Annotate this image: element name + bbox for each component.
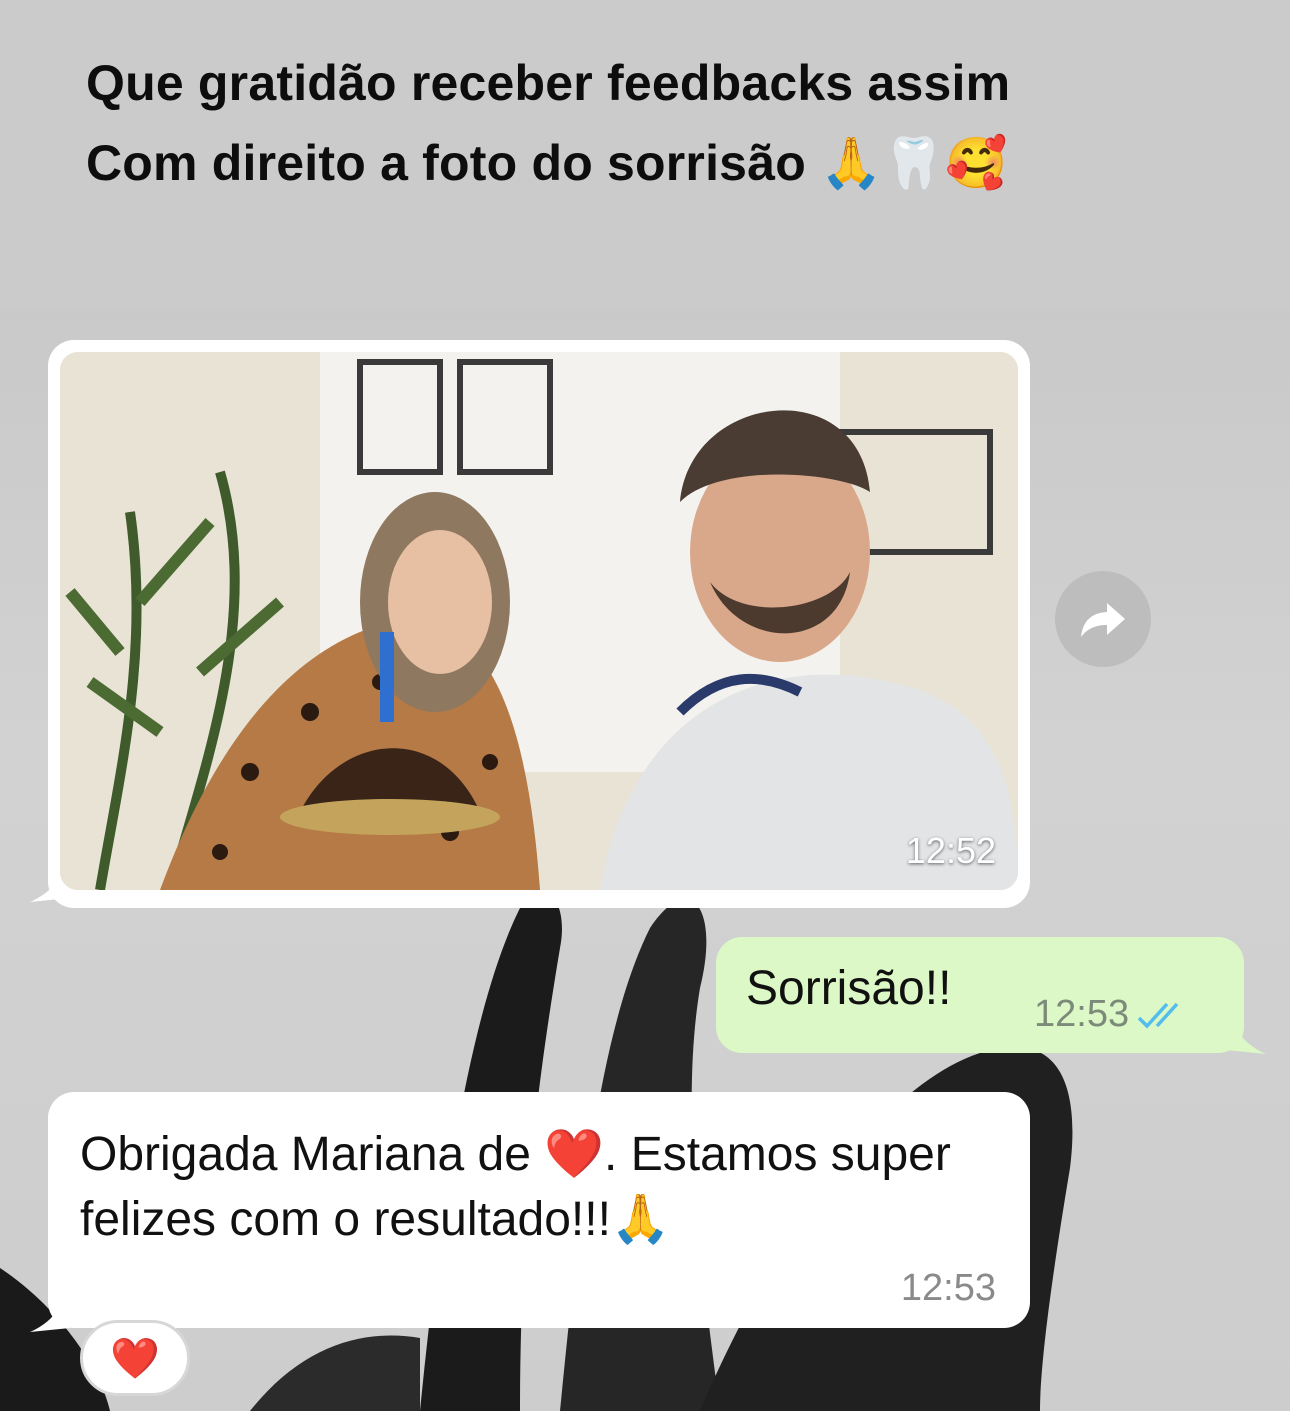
outgoing-message-text: Sorrisão!! bbox=[746, 962, 952, 1015]
outgoing-message-meta: 12:53 bbox=[1034, 993, 1193, 1036]
heart-reaction-icon: ❤️ bbox=[110, 1335, 160, 1382]
double-check-icon bbox=[1137, 1002, 1179, 1029]
couple-photo[interactable]: 12:52 bbox=[60, 352, 1018, 890]
outgoing-timestamp: 12:53 bbox=[1034, 993, 1130, 1035]
pray-emoji: 🙏 bbox=[610, 1191, 671, 1247]
story-caption: Que gratidão receber feedbacks assim Com… bbox=[0, 0, 1290, 308]
image-timestamp: 12:52 bbox=[905, 830, 996, 871]
forward-arrow-icon bbox=[1081, 603, 1125, 637]
caption-emojis: 🙏🦷🥰 bbox=[820, 134, 1008, 192]
story-screenshot: Que gratidão receber feedbacks assim Com… bbox=[0, 0, 1290, 1411]
incoming-message-text: Obrigada Mariana de ❤️. Estamos super fe… bbox=[80, 1122, 990, 1252]
photo-illustration bbox=[60, 352, 1018, 890]
heart-emoji: ❤️ bbox=[544, 1126, 605, 1182]
chat-area[interactable]: 12:52 Sorrisão!! 12:53 Obrigada Mariana … bbox=[0, 308, 1290, 1411]
incoming-text-part-1: Obrigada Mariana de bbox=[80, 1128, 545, 1181]
forward-button[interactable] bbox=[1055, 571, 1151, 667]
caption-line-2-text: Com direito a foto do sorrisão bbox=[86, 135, 806, 191]
caption-line-1: Que gratidão receber feedbacks assim bbox=[86, 55, 1011, 111]
outgoing-message-bubble[interactable]: Sorrisão!! 12:53 bbox=[716, 937, 1244, 1053]
reaction-badge[interactable]: ❤️ bbox=[80, 1320, 190, 1396]
caption-line-2: Com direito a foto do sorrisão 🙏🦷🥰 bbox=[86, 134, 1007, 193]
image-message-bubble[interactable]: 12:52 bbox=[48, 340, 1030, 908]
incoming-message-bubble[interactable]: Obrigada Mariana de ❤️. Estamos super fe… bbox=[48, 1092, 1030, 1328]
incoming-timestamp: 12:53 bbox=[900, 1267, 996, 1309]
